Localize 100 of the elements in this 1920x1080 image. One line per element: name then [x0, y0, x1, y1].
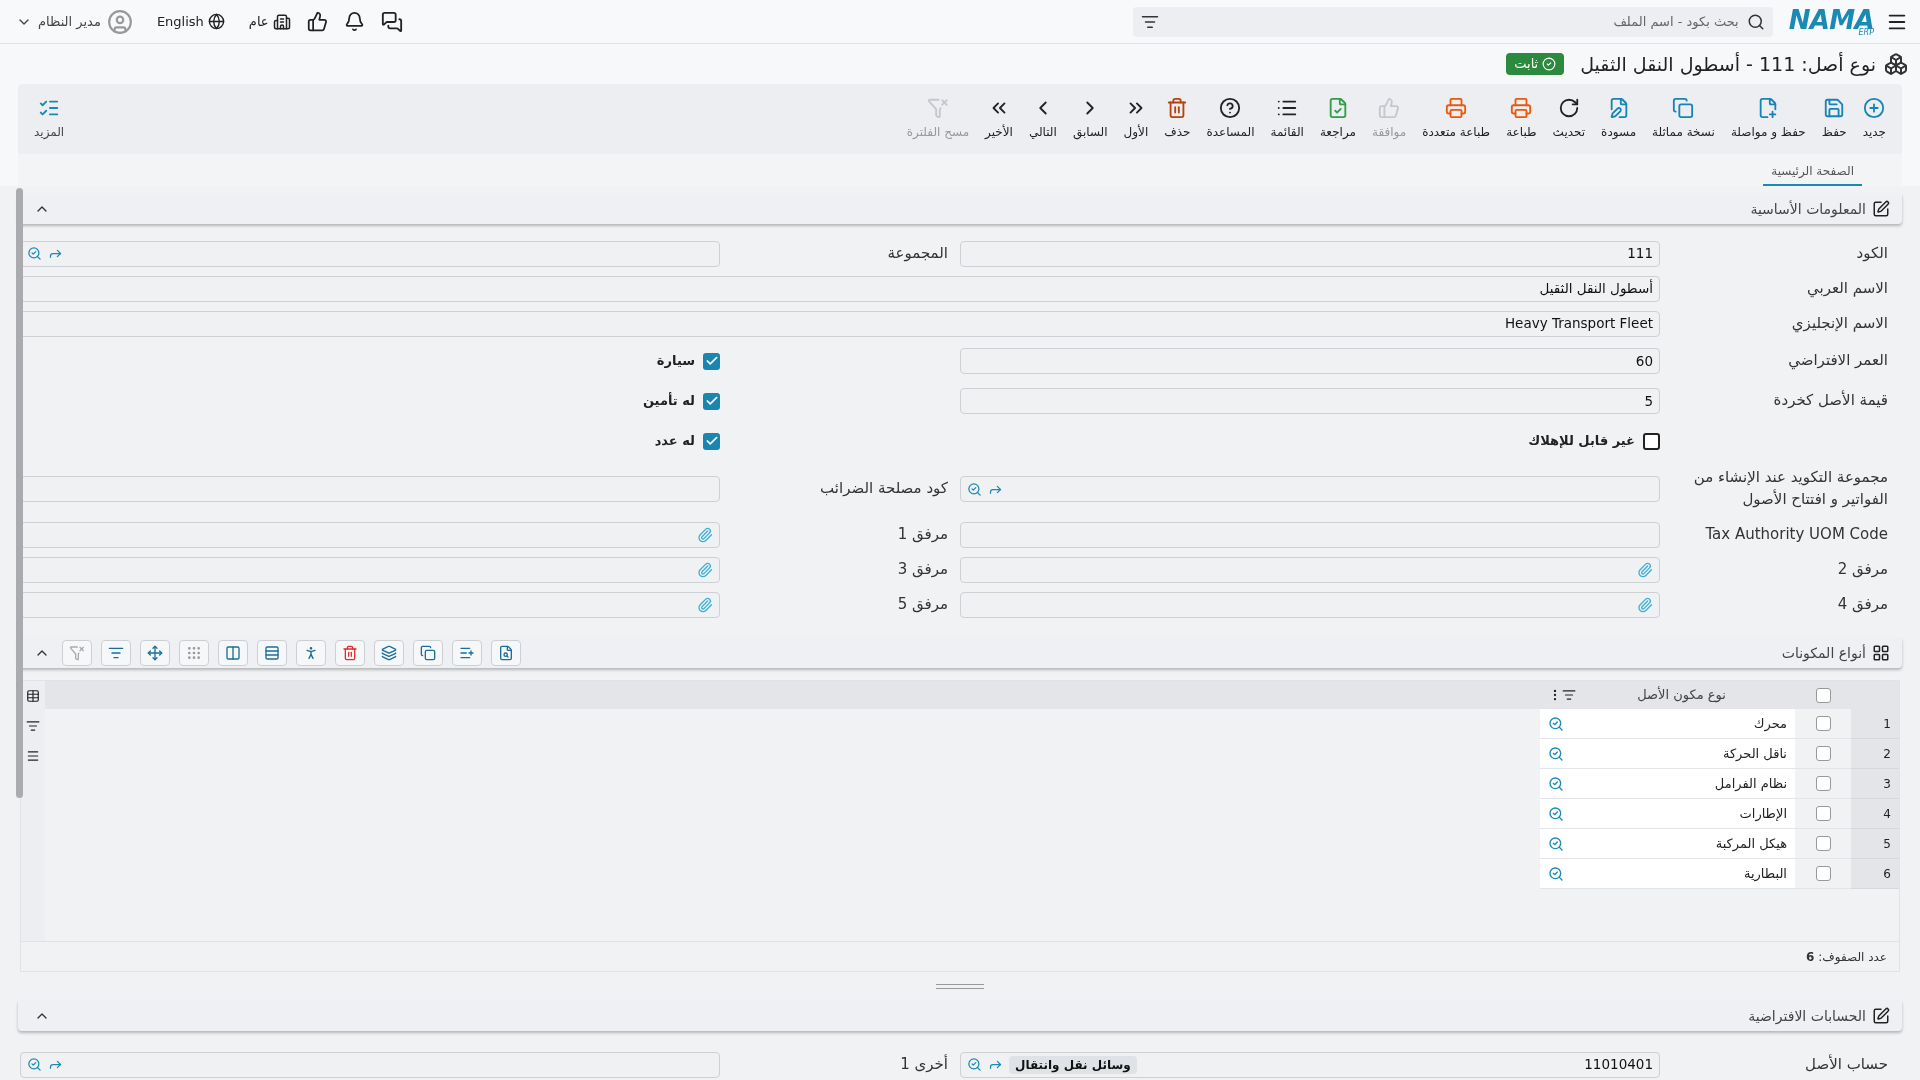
toolbar-button[interactable]: حذف — [1156, 97, 1199, 141]
table-icon[interactable] — [26, 689, 40, 703]
grid-tool-button[interactable] — [179, 640, 209, 666]
filter-icon[interactable] — [26, 719, 40, 733]
field-label: مرفق 5 — [896, 593, 949, 615]
checkbox-option[interactable]: له عدد — [654, 431, 720, 451]
toolbar-button[interactable]: الأول — [1115, 97, 1157, 141]
paperclip-icon[interactable] — [697, 561, 713, 578]
search-bar[interactable]: بحث بكود - اسم الملف — [1132, 6, 1773, 37]
toolbar-button[interactable]: طباعة — [1498, 97, 1545, 141]
row-number: 3 — [1851, 769, 1899, 799]
grid-tool-button[interactable] — [374, 640, 404, 666]
checkbox[interactable] — [703, 392, 720, 410]
grid-tool-button[interactable] — [413, 640, 443, 666]
toolbar-button[interactable]: تحديث — [1544, 97, 1594, 141]
list-plus-icon — [459, 645, 475, 661]
more-button[interactable]: المزيد — [26, 97, 73, 141]
grid-tool-button[interactable] — [140, 640, 170, 666]
layers-icon — [381, 645, 397, 661]
paperclip-icon[interactable] — [697, 596, 713, 613]
toolbar-button[interactable]: التالي — [1020, 97, 1065, 141]
bell-icon[interactable] — [343, 11, 365, 32]
user-menu[interactable]: مدير النظام — [16, 8, 133, 35]
input-field[interactable] — [960, 556, 1660, 583]
input-field[interactable] — [960, 476, 1660, 502]
column-header[interactable]: نوع مكون الأصل — [1576, 685, 1787, 705]
toolbar-button[interactable]: السابق — [1064, 97, 1116, 141]
input-field[interactable]: Heavy Transport Fleet — [20, 310, 1660, 337]
checkbox[interactable] — [1815, 836, 1831, 851]
search-icon[interactable] — [1548, 835, 1564, 852]
field-value: 111 — [1627, 244, 1653, 264]
toolbar-button[interactable]: حفظ — [1813, 97, 1855, 141]
row-number: 6 — [1851, 859, 1899, 889]
input-field[interactable]: 60 — [960, 348, 1660, 374]
paperclip-icon[interactable] — [697, 526, 713, 543]
input-field[interactable] — [960, 521, 1660, 548]
input-field[interactable]: 5 — [960, 388, 1660, 414]
columns-icon — [225, 645, 241, 661]
checkbox[interactable] — [1815, 776, 1831, 791]
input-field[interactable]: أسطول النقل الثقيل — [20, 275, 1660, 302]
search-field[interactable]: بحث بكود - اسم الملف — [1166, 11, 1739, 32]
search-icon[interactable] — [27, 246, 42, 261]
resize-handle[interactable] — [936, 984, 984, 989]
toolbar-button[interactable]: حفظ و مواصلة — [1722, 97, 1814, 141]
search-icon[interactable] — [1548, 715, 1564, 732]
building-icon — [272, 12, 291, 31]
checkbox[interactable] — [1815, 687, 1831, 703]
grid-tool-button[interactable] — [452, 640, 482, 666]
input-field[interactable] — [20, 240, 720, 267]
grid-tool-button[interactable] — [218, 640, 248, 666]
toolbar-button[interactable]: الأخير — [977, 97, 1021, 141]
input-field[interactable] — [960, 591, 1660, 618]
input-field[interactable] — [20, 556, 720, 583]
search-icon[interactable] — [1548, 775, 1564, 792]
paperclip-icon[interactable] — [1637, 561, 1653, 578]
checkbox[interactable] — [703, 432, 720, 450]
table-cell-text: نظام الفرامل — [1713, 774, 1787, 793]
toolbar-button[interactable]: نسخة مماثلة — [1644, 97, 1723, 141]
grid-tool-button[interactable] — [62, 640, 92, 666]
checkbox-option[interactable]: غير قابل للإهلاك — [1528, 431, 1660, 451]
grid-tool-button[interactable] — [296, 640, 326, 666]
checkbox[interactable] — [1815, 866, 1831, 881]
language-button[interactable]: English — [156, 11, 225, 32]
search-icon[interactable] — [1548, 865, 1564, 882]
search-icon[interactable] — [1548, 805, 1564, 822]
filter-icon[interactable] — [1562, 688, 1576, 702]
toolbar-button[interactable]: القائمة — [1262, 97, 1312, 141]
toolbar-button[interactable]: المساعدة — [1198, 97, 1263, 141]
checkbox-option[interactable]: له تأمين — [642, 391, 720, 411]
checkbox[interactable] — [703, 352, 720, 370]
search-icon[interactable] — [1548, 745, 1564, 762]
company-button[interactable]: عام — [248, 11, 291, 32]
input-field[interactable] — [20, 591, 720, 618]
input-field[interactable] — [20, 476, 720, 502]
grid-tool-button[interactable] — [335, 640, 365, 666]
logo: NAMAERP — [1788, 6, 1874, 37]
checkbox[interactable] — [1815, 746, 1831, 761]
checkbox[interactable] — [1815, 806, 1831, 821]
messages-icon[interactable] — [380, 10, 403, 33]
plus-circle-icon — [1863, 97, 1886, 119]
thumbs-up-icon[interactable] — [306, 11, 328, 32]
field-value: Heavy Transport Fleet — [1504, 314, 1653, 334]
toolbar-button[interactable]: مسودة — [1593, 97, 1645, 141]
search-icon[interactable] — [967, 1057, 982, 1072]
toolbar-button[interactable]: طباعة متعددة — [1414, 97, 1499, 141]
checkbox[interactable] — [1815, 716, 1831, 731]
grid-tool-button[interactable] — [257, 640, 287, 666]
input-field[interactable] — [20, 1051, 720, 1078]
checkbox-option[interactable]: سيارة — [656, 351, 720, 371]
menu-icon[interactable] — [26, 749, 40, 763]
toolbar-button[interactable]: جديد — [1854, 97, 1894, 141]
search-icon[interactable] — [27, 1057, 42, 1072]
checkbox[interactable] — [1643, 432, 1660, 450]
input-field[interactable]: 111 — [960, 240, 1660, 267]
toolbar-button[interactable]: مراجعة — [1311, 97, 1364, 141]
paperclip-icon[interactable] — [1637, 596, 1653, 613]
search-icon[interactable] — [967, 481, 982, 497]
grid-tool-button[interactable] — [491, 640, 521, 666]
grid-tool-button[interactable] — [101, 640, 131, 666]
input-field[interactable] — [20, 521, 720, 548]
